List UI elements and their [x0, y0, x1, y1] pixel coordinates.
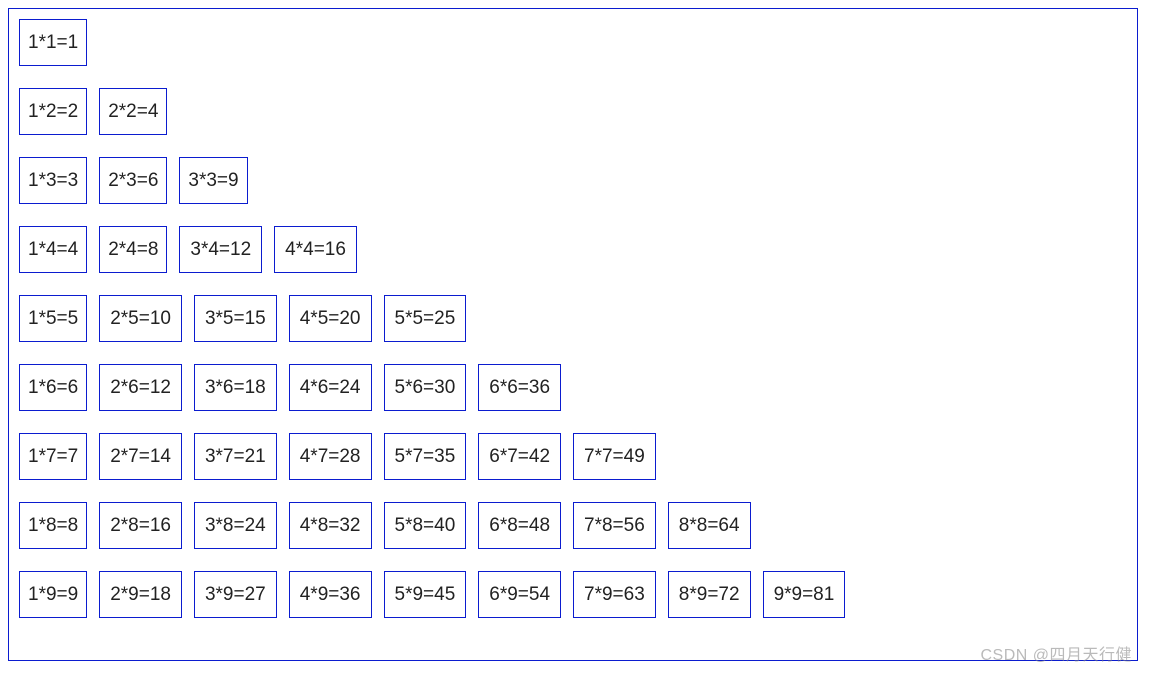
- table-row: 1*2=2 2*2=4: [19, 88, 1127, 135]
- table-cell: 6*8=48: [478, 502, 561, 549]
- table-cell: 5*9=45: [384, 571, 467, 618]
- table-cell: 3*4=12: [179, 226, 262, 273]
- table-row: 1*9=9 2*9=18 3*9=27 4*9=36 5*9=45 6*9=54…: [19, 571, 1127, 618]
- table-cell: 8*8=64: [668, 502, 751, 549]
- table-cell: 1*6=6: [19, 364, 87, 411]
- table-cell: 3*6=18: [194, 364, 277, 411]
- table-cell: 1*2=2: [19, 88, 87, 135]
- table-cell: 5*7=35: [384, 433, 467, 480]
- table-cell: 4*7=28: [289, 433, 372, 480]
- table-cell: 4*4=16: [274, 226, 357, 273]
- table-cell: 8*9=72: [668, 571, 751, 618]
- table-cell: 1*5=5: [19, 295, 87, 342]
- table-cell: 7*8=56: [573, 502, 656, 549]
- table-row: 1*6=6 2*6=12 3*6=18 4*6=24 5*6=30 6*6=36: [19, 364, 1127, 411]
- table-cell: 4*8=32: [289, 502, 372, 549]
- table-cell: 5*6=30: [384, 364, 467, 411]
- table-row: 1*5=5 2*5=10 3*5=15 4*5=20 5*5=25: [19, 295, 1127, 342]
- table-cell: 9*9=81: [763, 571, 846, 618]
- table-cell: 1*7=7: [19, 433, 87, 480]
- table-cell: 1*8=8: [19, 502, 87, 549]
- table-row: 1*8=8 2*8=16 3*8=24 4*8=32 5*8=40 6*8=48…: [19, 502, 1127, 549]
- table-cell: 1*4=4: [19, 226, 87, 273]
- table-row: 1*7=7 2*7=14 3*7=21 4*7=28 5*7=35 6*7=42…: [19, 433, 1127, 480]
- table-cell: 6*6=36: [478, 364, 561, 411]
- table-row: 1*4=4 2*4=8 3*4=12 4*4=16: [19, 226, 1127, 273]
- table-cell: 4*9=36: [289, 571, 372, 618]
- table-cell: 5*8=40: [384, 502, 467, 549]
- table-cell: 3*3=9: [179, 157, 247, 204]
- table-cell: 4*6=24: [289, 364, 372, 411]
- table-cell: 2*7=14: [99, 433, 182, 480]
- table-cell: 3*5=15: [194, 295, 277, 342]
- table-cell: 1*9=9: [19, 571, 87, 618]
- table-cell: 3*7=21: [194, 433, 277, 480]
- table-cell: 6*7=42: [478, 433, 561, 480]
- table-cell: 2*2=4: [99, 88, 167, 135]
- table-cell: 5*5=25: [384, 295, 467, 342]
- table-cell: 2*9=18: [99, 571, 182, 618]
- table-row: 1*3=3 2*3=6 3*3=9: [19, 157, 1127, 204]
- table-cell: 2*4=8: [99, 226, 167, 273]
- table-cell: 2*6=12: [99, 364, 182, 411]
- table-cell: 7*7=49: [573, 433, 656, 480]
- table-cell: 7*9=63: [573, 571, 656, 618]
- table-row: 1*1=1: [19, 19, 1127, 66]
- table-cell: 1*3=3: [19, 157, 87, 204]
- table-cell: 2*5=10: [99, 295, 182, 342]
- table-cell: 3*8=24: [194, 502, 277, 549]
- multiplication-table-container: 1*1=1 1*2=2 2*2=4 1*3=3 2*3=6 3*3=9 1*4=…: [8, 8, 1138, 661]
- table-cell: 1*1=1: [19, 19, 87, 66]
- table-cell: 6*9=54: [478, 571, 561, 618]
- table-cell: 2*3=6: [99, 157, 167, 204]
- table-cell: 3*9=27: [194, 571, 277, 618]
- table-cell: 2*8=16: [99, 502, 182, 549]
- table-cell: 4*5=20: [289, 295, 372, 342]
